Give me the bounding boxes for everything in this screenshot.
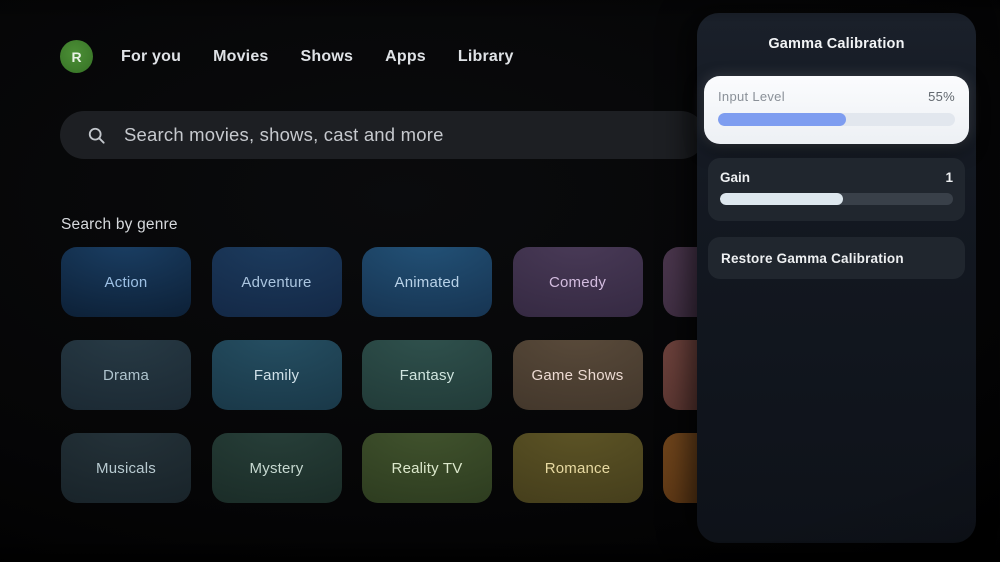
gain-slider[interactable] xyxy=(720,193,953,205)
restore-button-label: Restore Gamma Calibration xyxy=(721,250,904,266)
gain-value: 1 xyxy=(945,170,953,185)
genre-button-musicals[interactable]: Musicals xyxy=(61,433,191,503)
tv-screen: R For you Movies Shows Apps Library Sear… xyxy=(0,0,1000,562)
nav-item-shows[interactable]: Shows xyxy=(301,48,354,66)
search-placeholder: Search movies, shows, cast and more xyxy=(124,124,444,145)
genre-label: Adventure xyxy=(241,273,312,291)
genre-button-game-shows[interactable]: Game Shows xyxy=(512,340,643,410)
nav-item-movies[interactable]: Movies xyxy=(213,48,268,66)
input-level-value: 55% xyxy=(928,89,955,104)
input-level-slider-fill xyxy=(718,113,846,126)
genre-button-fantasy[interactable]: Fantasy xyxy=(362,340,492,410)
genre-grid: Action Adventure Animated Comedy Drama F… xyxy=(61,247,793,503)
genre-button-mystery[interactable]: Mystery xyxy=(211,433,342,503)
genre-button-reality-tv[interactable]: Reality TV xyxy=(362,433,492,503)
genre-label: Comedy xyxy=(548,273,607,291)
nav-item-library[interactable]: Library xyxy=(458,48,514,66)
gamma-calibration-panel: Gamma Calibration Input Level 55% Gain 1… xyxy=(697,13,976,543)
gain-row: Gain 1 xyxy=(720,170,953,185)
input-level-row: Input Level 55% xyxy=(718,89,955,104)
gain-card[interactable]: Gain 1 xyxy=(708,158,965,221)
search-icon xyxy=(88,127,105,144)
nav-item-for-you[interactable]: For you xyxy=(121,48,181,66)
genre-button-romance[interactable]: Romance xyxy=(512,433,643,503)
panel-title: Gamma Calibration xyxy=(768,36,905,52)
genre-button-animated[interactable]: Animated xyxy=(362,247,492,317)
input-level-slider[interactable] xyxy=(718,113,955,126)
restore-gamma-calibration-button[interactable]: Restore Gamma Calibration xyxy=(708,237,965,279)
genre-label: Reality TV xyxy=(391,459,463,477)
gain-label: Gain xyxy=(720,170,751,185)
search-bar[interactable]: Search movies, shows, cast and more xyxy=(60,111,705,159)
genre-label: Mystery xyxy=(249,459,304,477)
genre-button-comedy[interactable]: Comedy xyxy=(512,247,643,317)
input-level-label: Input Level xyxy=(718,89,785,104)
avatar-letter: R xyxy=(71,48,82,65)
gain-slider-fill xyxy=(720,193,844,205)
genre-button-action[interactable]: Action xyxy=(61,247,191,317)
top-navigation: R For you Movies Shows Apps Library xyxy=(60,40,546,73)
profile-avatar[interactable]: R xyxy=(60,40,93,73)
input-level-card[interactable]: Input Level 55% xyxy=(704,76,969,144)
genre-label: Drama xyxy=(102,366,149,384)
genre-section-title: Search by genre xyxy=(61,216,178,233)
genre-label: Game Shows xyxy=(531,366,624,384)
genre-label: Action xyxy=(104,273,148,291)
genre-button-adventure[interactable]: Adventure xyxy=(211,247,342,317)
genre-button-drama[interactable]: Drama xyxy=(61,340,191,410)
genre-label: Romance xyxy=(544,459,611,477)
genre-label: Family xyxy=(253,366,300,384)
genre-button-family[interactable]: Family xyxy=(211,340,342,410)
genre-label: Animated xyxy=(394,273,460,291)
nav-item-apps[interactable]: Apps xyxy=(385,48,426,66)
genre-label: Musicals xyxy=(96,459,156,477)
genre-label: Fantasy xyxy=(399,366,455,384)
